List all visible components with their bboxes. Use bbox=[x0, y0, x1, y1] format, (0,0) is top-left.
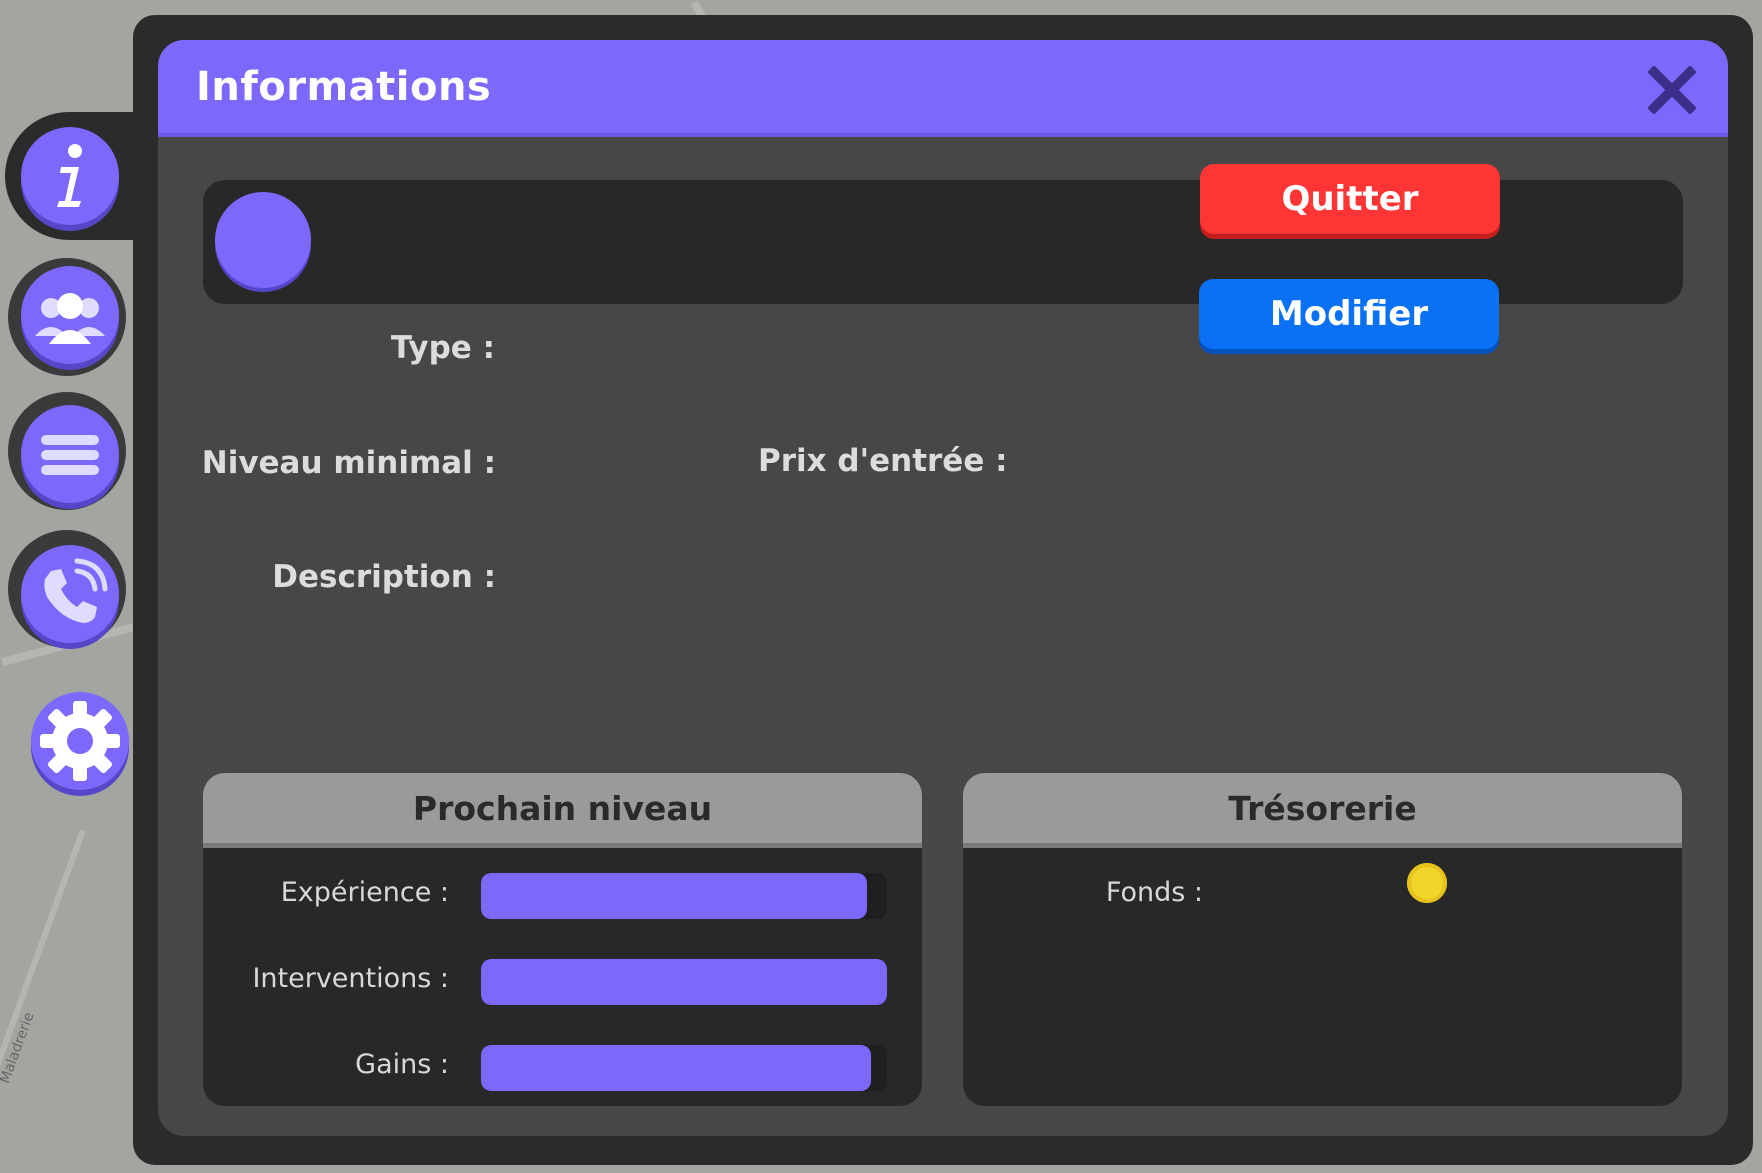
experience-bar bbox=[481, 873, 887, 919]
next-level-card: Prochain niveau Expérience : Interventio… bbox=[203, 773, 922, 1106]
treasury-title: Trésorerie bbox=[963, 773, 1682, 848]
coin-icon bbox=[1407, 863, 1447, 903]
interventions-bar bbox=[481, 959, 887, 1005]
experience-label: Expérience : bbox=[280, 877, 449, 908]
sidebar-item-info[interactable] bbox=[21, 127, 119, 225]
funds-label: Fonds : bbox=[1105, 877, 1203, 908]
gear-icon bbox=[40, 701, 120, 781]
description-label: Description : bbox=[272, 559, 496, 595]
experience-bar-fill bbox=[481, 873, 867, 919]
sidebar-item-settings[interactable] bbox=[31, 692, 129, 790]
interventions-label: Interventions : bbox=[252, 963, 449, 994]
sidebar-item-list[interactable] bbox=[21, 405, 119, 503]
sidebar-item-calls[interactable] bbox=[21, 545, 119, 643]
avatar bbox=[215, 192, 311, 288]
group-icon bbox=[35, 293, 105, 344]
entry-price-label: Prix d'entrée : bbox=[758, 443, 1008, 479]
gains-bar-fill bbox=[481, 1045, 871, 1091]
close-button[interactable] bbox=[1644, 62, 1700, 118]
quit-button[interactable]: Quitter bbox=[1200, 164, 1500, 234]
panel-header: Informations bbox=[158, 40, 1728, 137]
close-icon bbox=[1648, 66, 1696, 114]
phone-icon bbox=[44, 558, 108, 623]
gains-label: Gains : bbox=[355, 1049, 449, 1080]
info-icon bbox=[26, 132, 114, 220]
sidebar-item-members[interactable] bbox=[21, 266, 119, 364]
menu-icon bbox=[41, 435, 99, 475]
edit-button[interactable]: Modifier bbox=[1199, 279, 1499, 349]
panel-title: Informations bbox=[196, 64, 492, 110]
next-level-title: Prochain niveau bbox=[203, 773, 922, 848]
type-label: Type : bbox=[390, 330, 495, 366]
gains-bar bbox=[481, 1045, 887, 1091]
interventions-bar-fill bbox=[481, 959, 887, 1005]
min-level-label: Niveau minimal : bbox=[201, 445, 496, 481]
treasury-card: Trésorerie Fonds : bbox=[963, 773, 1682, 1106]
